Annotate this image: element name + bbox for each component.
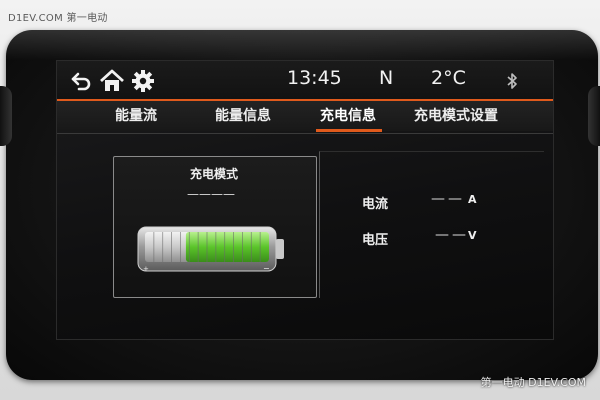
battery-icon: + − — [137, 226, 284, 273]
tab-energy-flow[interactable]: 能量流 — [115, 105, 157, 125]
active-tab-indicator — [316, 129, 382, 132]
bezel-reflection — [6, 30, 598, 60]
charge-mode-value: ———— — [187, 187, 235, 201]
tab-energy-info[interactable]: 能量信息 — [215, 105, 271, 125]
right-knob — [588, 86, 600, 146]
status-bar: 13:45 N 2°C — [57, 61, 553, 99]
outside-temperature: 2°C — [431, 67, 466, 89]
current-value: —— — [431, 191, 465, 207]
back-icon[interactable] — [69, 69, 93, 93]
settings-icon[interactable] — [131, 69, 155, 93]
charge-mode-label: 充电模式 — [190, 167, 239, 181]
watermark-bottom: 第一电动 D1EV.COM — [480, 376, 586, 389]
gear-indicator: N — [379, 67, 394, 89]
infotainment-screen: 13:45 N 2°C 能量流 能量信息 充电信息 充电模式设置 充电模式 ——… — [56, 60, 554, 340]
clock: 13:45 — [287, 67, 342, 89]
tab-divider — [57, 133, 553, 134]
watermark-top: D1EV.COM 第一电动 — [8, 13, 108, 24]
voltage-label: 电压 — [362, 233, 389, 248]
current-unit: A — [468, 193, 477, 206]
home-icon[interactable] — [99, 69, 124, 93]
tab-charge-info[interactable]: 充电信息 — [320, 105, 376, 125]
left-knob — [0, 86, 12, 146]
svg-text:−: − — [263, 264, 270, 273]
svg-text:+: + — [143, 265, 149, 273]
bluetooth-icon — [505, 72, 519, 90]
tab-charge-mode-settings[interactable]: 充电模式设置 — [414, 105, 498, 125]
voltage-unit: V — [468, 229, 477, 242]
voltage-value: —— — [435, 227, 469, 243]
charge-info-panel — [319, 151, 544, 298]
current-label: 电流 — [362, 197, 389, 212]
